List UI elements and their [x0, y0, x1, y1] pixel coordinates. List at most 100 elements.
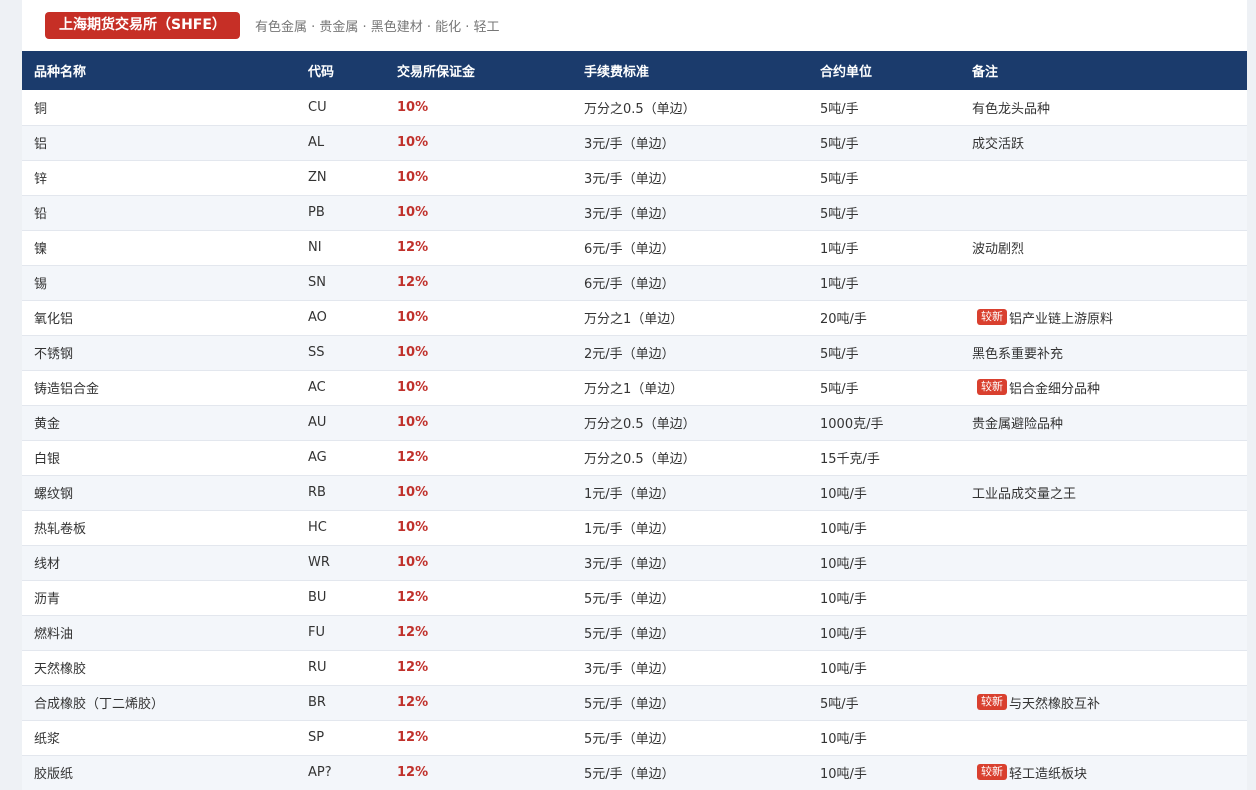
- cell-note: 波动剧烈: [960, 230, 1247, 265]
- cell-note: 黑色系重要补充: [960, 335, 1247, 370]
- table-row: 合成橡胶（丁二烯胶） BR 12% 5元/手（单边） 5吨/手 较新 与天然橡胶互补: [22, 685, 1247, 720]
- cell-fee: 万分之0.5（单边）: [584, 101, 696, 117]
- cell-unit: 1000克/手: [820, 417, 884, 432]
- cell-name: 线材: [34, 557, 61, 572]
- cell-note: 较新 与天然橡胶互补: [960, 685, 1247, 720]
- cell-unit: 5吨/手: [820, 172, 859, 187]
- table-row: 白银 AG 12% 万分之0.5（单边） 15千克/手: [22, 440, 1247, 475]
- table-row: 线材 WR 10% 3元/手（单边） 10吨/手: [22, 545, 1247, 580]
- cell-fee: 2元/手（单边）: [584, 347, 675, 362]
- table-row: 胶版纸 AP? 12% 5元/手（单边） 10吨/手 较新 轻工造纸板块: [22, 755, 1247, 790]
- exchange-header: 上海期货交易所（SHFE） 有色金属 · 贵金属 · 黑色建材 · 能化 · 轻…: [22, 0, 1247, 51]
- cell-unit: 20吨/手: [820, 312, 867, 327]
- cell-note: 工业品成交量之王: [960, 475, 1247, 510]
- cell-note: [960, 615, 1247, 650]
- cell-fee: 5元/手（单边）: [584, 697, 675, 712]
- table-row: 铅 PB 10% 3元/手（单边） 5吨/手: [22, 195, 1247, 230]
- cell-fee: 3元/手（单边）: [584, 172, 675, 187]
- exchange-categories: 有色金属 · 贵金属 · 黑色建材 · 能化 · 轻工: [254, 20, 500, 35]
- cell-unit: 5吨/手: [820, 382, 859, 397]
- cell-margin: 10%: [397, 99, 429, 115]
- cell-fee: 3元/手（单边）: [584, 662, 675, 677]
- column-header-name: 品种名称: [34, 65, 87, 80]
- cell-note: 较新 铝合金细分品种: [960, 370, 1247, 405]
- cell-name: 白银: [34, 452, 61, 467]
- cell-note: [960, 440, 1247, 475]
- cell-code: ZN: [308, 170, 327, 185]
- cell-note: [960, 545, 1247, 580]
- cell-margin: 10%: [397, 520, 429, 535]
- new-badge: 较新: [977, 309, 1007, 325]
- cell-unit: 5吨/手: [820, 101, 859, 117]
- cell-unit: 10吨/手: [820, 487, 867, 502]
- cell-code: CU: [308, 99, 327, 115]
- cell-code: WR: [308, 555, 330, 570]
- cell-name: 铸造铝合金: [34, 382, 100, 397]
- table-row: 铝 AL 10% 3元/手（单边） 5吨/手 成交活跃: [22, 125, 1247, 160]
- note-text: 与天然橡胶互补: [1009, 697, 1101, 712]
- new-badge: 较新: [977, 379, 1007, 395]
- cell-name: 沥青: [34, 592, 61, 607]
- cell-name: 燃料油: [34, 627, 74, 642]
- cell-margin: 10%: [397, 205, 429, 220]
- cell-fee: 6元/手（单边）: [584, 277, 675, 292]
- cell-fee: 5元/手（单边）: [584, 592, 675, 607]
- cell-note: [960, 195, 1247, 230]
- cell-fee: 万分之1（单边）: [584, 312, 684, 327]
- table-row: 铸造铝合金 AC 10% 万分之1（单边） 5吨/手 较新 铝合金细分品种: [22, 370, 1247, 405]
- note-text: 成交活跃: [972, 137, 1025, 152]
- cell-margin: 12%: [397, 765, 429, 780]
- cell-name: 不锈钢: [34, 347, 74, 362]
- cell-fee: 万分之0.5（单边）: [584, 417, 696, 432]
- new-badge: 较新: [977, 764, 1007, 780]
- cell-note: 较新 轻工造纸板块: [960, 755, 1247, 790]
- table-row: 纸浆 SP 12% 5元/手（单边） 10吨/手: [22, 720, 1247, 755]
- cell-code: RU: [308, 660, 327, 675]
- cell-margin: 10%: [397, 485, 429, 500]
- cell-margin: 10%: [397, 415, 429, 430]
- column-header-fee: 手续费标准: [584, 65, 650, 80]
- cell-fee: 5元/手（单边）: [584, 732, 675, 747]
- table-row: 不锈钢 SS 10% 2元/手（单边） 5吨/手 黑色系重要补充: [22, 335, 1247, 370]
- cell-fee: 3元/手（单边）: [584, 207, 675, 222]
- note-text: 轻工造纸板块: [1009, 767, 1088, 782]
- note-text: 工业品成交量之王: [972, 487, 1077, 502]
- cell-margin: 10%: [397, 380, 429, 395]
- cell-code: AO: [308, 310, 327, 325]
- note-text: 铝产业链上游原料: [1009, 312, 1114, 327]
- cell-code: BU: [308, 590, 327, 605]
- cell-unit: 1吨/手: [820, 242, 859, 257]
- cell-code: SS: [308, 345, 325, 360]
- cell-name: 螺纹钢: [34, 487, 74, 502]
- cell-unit: 10吨/手: [820, 662, 867, 677]
- cell-unit: 5吨/手: [820, 207, 859, 222]
- cell-unit: 10吨/手: [820, 522, 867, 537]
- table-row: 镍 NI 12% 6元/手（单边） 1吨/手 波动剧烈: [22, 230, 1247, 265]
- cell-code: HC: [308, 520, 327, 535]
- table-row: 热轧卷板 HC 10% 1元/手（单边） 10吨/手: [22, 510, 1247, 545]
- contracts-table: 品种名称 代码 交易所保证金 手续费标准 合约单位 备注 铜 CU 10% 万分之0.…: [22, 51, 1247, 790]
- cell-note: [960, 265, 1247, 300]
- note-text: 有色龙头品种: [972, 101, 1051, 117]
- exchange-badge: 上海期货交易所（SHFE）: [45, 12, 240, 39]
- cell-note: 有色龙头品种: [960, 90, 1247, 125]
- cell-code: SP: [308, 730, 325, 745]
- cell-note: 较新 铝产业链上游原料: [960, 300, 1247, 335]
- cell-fee: 1元/手（单边）: [584, 487, 675, 502]
- cell-code: PB: [308, 205, 325, 220]
- cell-name: 氧化铝: [34, 312, 74, 327]
- table-row: 天然橡胶 RU 12% 3元/手（单边） 10吨/手: [22, 650, 1247, 685]
- table-row: 氧化铝 AO 10% 万分之1（单边） 20吨/手 较新 铝产业链上游原料: [22, 300, 1247, 335]
- cell-note: [960, 580, 1247, 615]
- cell-margin: 12%: [397, 660, 429, 675]
- cell-fee: 5元/手（单边）: [584, 627, 675, 642]
- cell-unit: 5吨/手: [820, 137, 859, 152]
- cell-unit: 15千克/手: [820, 452, 880, 467]
- column-header-note: 备注: [972, 65, 999, 80]
- cell-margin: 10%: [397, 555, 429, 570]
- cell-unit: 10吨/手: [820, 627, 867, 642]
- cell-code: NI: [308, 240, 322, 255]
- cell-margin: 12%: [397, 275, 429, 290]
- table-row: 螺纹钢 RB 10% 1元/手（单边） 10吨/手 工业品成交量之王: [22, 475, 1247, 510]
- cell-note: [960, 160, 1247, 195]
